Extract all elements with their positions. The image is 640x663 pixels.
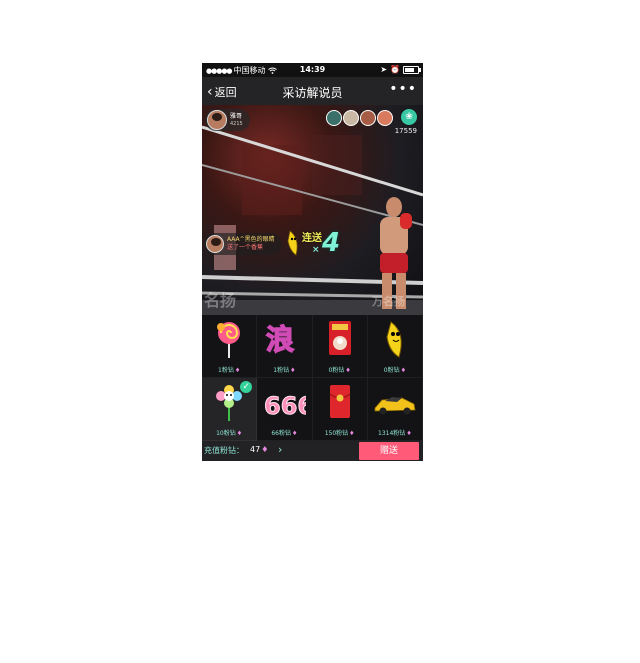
status-right: ➤ ⏰ — [380, 65, 421, 74]
recharge-label[interactable]: 充值粉钻： — [204, 445, 244, 456]
host-info[interactable]: 雅哥 4215 — [205, 109, 250, 131]
sports-car-icon — [374, 397, 416, 415]
gift-price: 1314粉钻 — [378, 430, 406, 437]
send-gift-button[interactable]: 赠送 — [359, 442, 419, 460]
gift-price: 1粉钻 — [273, 367, 290, 374]
alarm-icon: ⏰ — [390, 65, 400, 74]
viewer-avatar[interactable] — [343, 110, 359, 126]
gift-lollipop[interactable]: 1粉钻♦ — [202, 315, 258, 378]
gift-price: 150粉钻 — [324, 430, 349, 437]
host-id: 4215 — [230, 121, 243, 127]
gift-word-art[interactable]: 浪 1粉钻♦ — [257, 315, 313, 378]
gem-count: 17559 — [394, 127, 417, 135]
diamond-icon: ♦ — [349, 430, 355, 437]
lollipop-icon — [217, 322, 241, 358]
toast-message: 送了一个香蕉 — [227, 244, 264, 251]
gift-hongbao[interactable]: 150粉钻♦ — [312, 378, 368, 441]
wallet-bar: 充值粉钻： 47♦ › 赠送 — [202, 441, 423, 461]
gift-banana[interactable]: 0粉钻♦ — [367, 315, 423, 378]
gift-666[interactable]: 666 66粉钻♦ — [257, 378, 313, 441]
watermark: 万名扬 — [372, 295, 405, 308]
diamond-icon: ♦ — [345, 367, 351, 374]
balance: 47♦ — [250, 445, 268, 454]
gift-sports-car[interactable]: 1314粉钻♦ — [367, 378, 423, 441]
status-bar: ●●●●● 中国移动 14:39 ➤ ⏰ — [202, 63, 423, 77]
gift-toast: AAA^黑色的眼睛 送了一个香蕉 — [204, 233, 282, 255]
gift-price: 10粉钻 — [216, 430, 236, 437]
toast-user: AAA^黑色的眼睛 — [227, 236, 275, 243]
gift-price: 0粉钻 — [328, 367, 345, 374]
svg-text:浪: 浪 — [266, 323, 294, 356]
hongbao-icon — [329, 385, 351, 418]
banana-icon — [386, 321, 402, 358]
chevron-right-icon[interactable]: › — [278, 443, 282, 456]
navigation-bar: ‹ 返回 采访解说员 ••• — [202, 77, 423, 105]
diamond-icon: ♦ — [400, 367, 406, 374]
viewer-avatar[interactable] — [360, 110, 376, 126]
selected-check-icon: ✓ — [240, 381, 253, 393]
phone-screen: ●●●●● 中国移动 14:39 ➤ ⏰ ‹ 返回 采访解说员 ••• 雅哥 4… — [202, 63, 423, 461]
red-envelope-icon — [328, 321, 351, 355]
number-666-icon: 666 — [264, 392, 307, 421]
gift-price: 0粉钻 — [383, 367, 400, 374]
watermark: 名扬 — [204, 291, 237, 310]
diamond-icon: ♦ — [234, 367, 241, 374]
battery-icon — [403, 65, 421, 74]
word-art-icon: 浪 — [266, 322, 296, 357]
combo-multiplier: × — [312, 245, 320, 255]
host-avatar — [207, 110, 227, 130]
gift-price: 66粉钻 — [271, 430, 291, 437]
diamond-icon: ♦ — [406, 430, 412, 437]
gem-icon[interactable]: ❀ — [401, 109, 417, 125]
combo-label: 连送 — [302, 233, 322, 244]
viewer-avatar[interactable] — [377, 110, 393, 126]
balance-value: 47 — [250, 445, 261, 454]
svg-text:666: 666 — [264, 392, 306, 420]
diamond-icon: ♦ — [236, 430, 243, 437]
gift-red-envelope[interactable]: 0粉钻♦ — [312, 315, 368, 378]
gift-price: 1粉钻 — [218, 367, 234, 374]
host-name: 雅哥 — [230, 113, 243, 120]
diamond-icon: ♦ — [292, 430, 298, 437]
gift-grid: 1粉钻♦ 浪 1粉钻♦ 0粉钻♦ 0粉钻♦ ✓ 10粉钻♦ 666 66粉钻♦ … — [202, 315, 423, 441]
sender-avatar — [206, 235, 224, 253]
more-icon[interactable]: ••• — [389, 81, 417, 97]
gift-flower[interactable]: ✓ 10粉钻♦ — [202, 378, 258, 441]
viewer-avatars — [326, 110, 393, 126]
diamond-icon: ♦ — [290, 367, 296, 374]
location-icon: ➤ — [380, 65, 388, 74]
diamond-icon: ♦ — [261, 445, 269, 454]
live-video[interactable]: 雅哥 4215 ❀ 17559 AAA^黑色的眼睛 送了一个香蕉 连送 × 4 … — [202, 105, 423, 315]
banana-icon — [287, 230, 298, 256]
viewer-avatar[interactable] — [326, 110, 342, 126]
combo-count: 4 — [322, 228, 341, 258]
